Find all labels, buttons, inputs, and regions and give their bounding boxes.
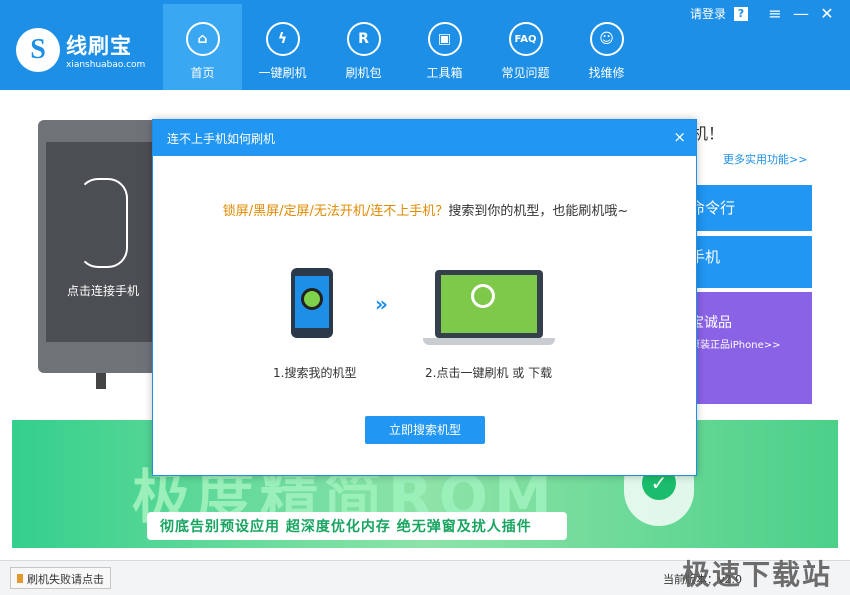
dialog-close-icon[interactable]: × bbox=[673, 128, 686, 146]
toolbox-icon: ▣ bbox=[427, 22, 462, 56]
nav-label: 一键刷机 bbox=[258, 66, 307, 80]
usb-cable-icon bbox=[78, 178, 128, 268]
usb-plug-icon bbox=[96, 373, 106, 389]
card-shop[interactable]: 宝诚品 原装正品iPhone>> bbox=[690, 292, 812, 404]
nav-label: 首页 bbox=[190, 66, 215, 80]
card-sublabel: 原装正品iPhone>> bbox=[690, 340, 781, 351]
magnifier-icon bbox=[301, 288, 323, 310]
app-name: 线刷宝 bbox=[66, 34, 132, 58]
status-bar: 刷机失败请点击 当前版本：v2.0 极速下载站 bbox=[0, 558, 850, 595]
card-phone[interactable]: 手机 bbox=[690, 236, 812, 288]
more-functions-link[interactable]: 更多实用功能>> bbox=[723, 151, 807, 167]
help-icon[interactable]: ? bbox=[734, 6, 748, 21]
step2-label: 2.点击一键刷机 或 下载 bbox=[425, 366, 553, 380]
nav-item-toolbox[interactable]: ▣ 工具箱 bbox=[404, 4, 485, 90]
card-label: 宝诚品 bbox=[690, 315, 732, 331]
laptop-click-icon bbox=[435, 270, 543, 338]
nav-label: 刷机包 bbox=[345, 66, 382, 80]
top-bar: S 线刷宝 xianshuabao.com ⌂ 首页 ϟ 一键刷机 R 刷机包 … bbox=[0, 0, 850, 90]
close-icon[interactable]: ✕ bbox=[814, 4, 840, 23]
main-nav: ⌂ 首页 ϟ 一键刷机 R 刷机包 ▣ 工具箱 FAQ 常见问题 ☺ 找维修 bbox=[163, 4, 647, 90]
tap-cursor-icon bbox=[471, 284, 495, 308]
nav-item-one-click-flash[interactable]: ϟ 一键刷机 bbox=[242, 4, 323, 90]
home-icon: ⌂ bbox=[185, 22, 220, 56]
connect-phone-label: 点击连接手机 bbox=[66, 284, 139, 298]
dialog-titlebar: 连不上手机如何刷机 × bbox=[153, 120, 696, 156]
nav-item-faq[interactable]: FAQ 常见问题 bbox=[485, 4, 566, 90]
nav-label: 常见问题 bbox=[501, 66, 550, 80]
banner-slogan: 彻底告别预设应用 超深度优化内存 绝无弹窗及扰人插件 bbox=[160, 519, 532, 535]
card-command-line[interactable]: 命令行 bbox=[690, 185, 812, 231]
window-controls: 请登录 ? ≡ — ✕ bbox=[690, 4, 840, 23]
dialog-title: 连不上手机如何刷机 bbox=[167, 132, 276, 146]
connect-phone-panel[interactable]: 点击连接手机 bbox=[38, 120, 168, 373]
app-domain: xianshuabao.com bbox=[66, 60, 146, 70]
help-dialog: 连不上手机如何刷机 × 锁屏/黑屏/定屏/无法开机/连不上手机？搜索到你的机型，… bbox=[152, 119, 697, 476]
nav-item-home[interactable]: ⌂ 首页 bbox=[163, 4, 242, 90]
minimize-icon[interactable]: — bbox=[788, 4, 814, 23]
menu-icon[interactable]: ≡ bbox=[762, 4, 788, 23]
lightning-icon: ϟ bbox=[265, 22, 300, 56]
nav-label: 工具箱 bbox=[426, 66, 463, 80]
dialog-message-text: 搜索到你的机型，也能刷机哦~ bbox=[448, 204, 629, 219]
step1-label: 1.搜索我的机型 bbox=[273, 366, 357, 380]
faq-icon: FAQ bbox=[508, 22, 543, 56]
login-link[interactable]: 请登录 bbox=[690, 5, 726, 22]
logo-mark-icon: S bbox=[16, 28, 60, 72]
dialog-message: 锁屏/黑屏/定屏/无法开机/连不上手机？搜索到你的机型，也能刷机哦~ bbox=[153, 200, 698, 219]
nav-item-repair[interactable]: ☺ 找维修 bbox=[566, 4, 647, 90]
repair-person-icon: ☺ bbox=[589, 22, 624, 56]
dialog-warning-text: 锁屏/黑屏/定屏/无法开机/连不上手机？ bbox=[222, 204, 449, 219]
app-logo: S 线刷宝 xianshuabao.com bbox=[16, 28, 145, 72]
watermark-text: 极速下载站 bbox=[681, 558, 832, 591]
nav-item-rom-package[interactable]: R 刷机包 bbox=[323, 4, 404, 90]
search-model-button[interactable]: 立即搜索机型 bbox=[365, 416, 485, 444]
laptop-base bbox=[423, 338, 555, 345]
package-icon: R bbox=[346, 22, 381, 56]
nav-label: 找维修 bbox=[588, 66, 625, 80]
phone-search-icon bbox=[291, 268, 333, 338]
flash-failed-button[interactable]: 刷机失败请点击 bbox=[10, 567, 111, 589]
double-chevron-right-icon: » bbox=[375, 292, 388, 316]
